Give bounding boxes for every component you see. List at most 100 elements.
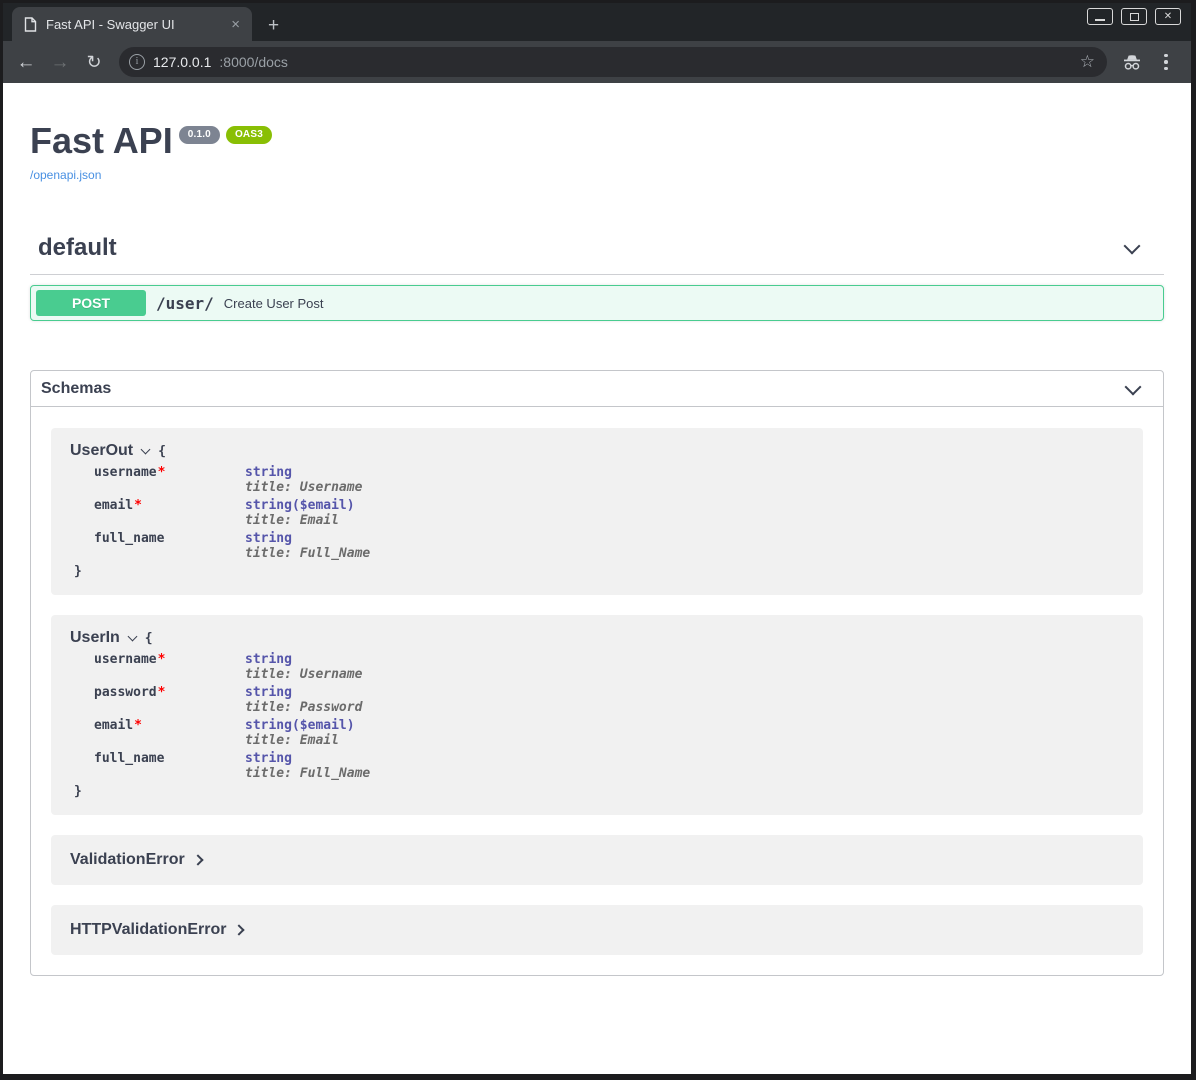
property-details: stringtitle: Full_Name: [245, 751, 370, 781]
schema-property: username*stringtitle: Username: [70, 465, 1123, 495]
property-details: stringtitle: Full_Name: [245, 531, 370, 561]
property-type: string: [245, 685, 362, 700]
property-details: stringtitle: Password: [245, 685, 362, 715]
window-controls: ✕: [1087, 8, 1181, 25]
close-brace: }: [70, 784, 1123, 799]
chevron-right-icon[interactable]: [234, 925, 245, 936]
url-bar[interactable]: i 127.0.0.1 :8000/docs ☆: [119, 47, 1107, 77]
property-type: string($email): [245, 498, 355, 513]
close-brace: }: [70, 564, 1123, 579]
open-brace: {: [158, 444, 166, 459]
schemas-body: UserOut{username*stringtitle: Usernameem…: [31, 407, 1163, 975]
property-type: string: [245, 465, 362, 480]
maximize-icon: [1130, 13, 1139, 21]
property-name: password*: [94, 685, 245, 715]
reload-icon[interactable]: ↻: [79, 47, 109, 77]
new-tab-button[interactable]: +: [268, 16, 279, 35]
model-properties: username*stringtitle: Usernameemail*stri…: [70, 465, 1123, 561]
required-marker: *: [134, 498, 142, 513]
model-title[interactable]: UserOut: [70, 442, 133, 460]
schemas-heading: Schemas: [41, 380, 111, 398]
schemas-header[interactable]: Schemas: [31, 371, 1163, 407]
browser-tab[interactable]: Fast API - Swagger UI ×: [12, 7, 252, 41]
open-brace: {: [145, 631, 153, 646]
openapi-json-link[interactable]: /openapi.json: [30, 168, 101, 182]
property-title: title: Email: [245, 513, 355, 528]
model-title[interactable]: UserIn: [70, 629, 120, 647]
method-badge: POST: [36, 290, 146, 316]
schema-property: full_namestringtitle: Full_Name: [70, 751, 1123, 781]
model-UserIn[interactable]: UserIn{username*stringtitle: Usernamepas…: [51, 615, 1143, 815]
property-type: string: [245, 652, 362, 667]
chevron-right-icon[interactable]: [192, 855, 203, 866]
page-content: Fast API 0.1.0 OAS3 /openapi.json defaul…: [3, 83, 1191, 1074]
browser-toolbar: ← → ↻ i 127.0.0.1 :8000/docs ☆: [3, 41, 1191, 83]
chevron-down-icon[interactable]: [127, 631, 137, 641]
property-title: title: Username: [245, 480, 362, 495]
page-favicon-icon: [24, 17, 37, 32]
site-info-icon[interactable]: i: [129, 54, 145, 70]
operation-path: /user/: [156, 294, 214, 313]
model-head: HTTPValidationError: [70, 921, 1123, 939]
schemas-section: Schemas UserOut{username*stringtitle: Us…: [30, 370, 1164, 976]
required-marker: *: [158, 652, 166, 667]
browser-chrome: Fast API - Swagger UI × + ✕ ← → ↻ i 127.…: [3, 3, 1191, 83]
tag-section-default: default POST /user/ Create User Post: [30, 234, 1164, 321]
maximize-button[interactable]: [1121, 8, 1147, 25]
forward-icon[interactable]: →: [45, 47, 75, 77]
chevron-down-icon[interactable]: [141, 444, 151, 454]
tag-default-header[interactable]: default: [30, 234, 1164, 275]
menu-icon[interactable]: [1151, 47, 1181, 77]
model-HTTPValidationError[interactable]: HTTPValidationError: [51, 905, 1143, 955]
model-ValidationError[interactable]: ValidationError: [51, 835, 1143, 885]
api-title-text: Fast API: [30, 119, 173, 162]
property-title: title: Password: [245, 700, 362, 715]
property-name: username*: [94, 465, 245, 495]
model-head: UserIn {: [70, 629, 1123, 647]
property-details: string($email)title: Email: [245, 718, 355, 748]
info-glyph: i: [136, 57, 139, 67]
schema-property: username*stringtitle: Username: [70, 652, 1123, 682]
bookmark-star-icon[interactable]: ☆: [1080, 52, 1099, 72]
page-title: Fast API 0.1.0 OAS3: [30, 119, 1164, 162]
model-title[interactable]: HTTPValidationError: [70, 921, 226, 939]
property-type: string($email): [245, 718, 355, 733]
property-title: title: Username: [245, 667, 362, 682]
property-title: title: Email: [245, 733, 355, 748]
chevron-down-icon[interactable]: [1124, 238, 1141, 255]
model-head: ValidationError: [70, 851, 1123, 869]
required-marker: *: [134, 718, 142, 733]
property-name: email*: [94, 718, 245, 748]
operation-post-user[interactable]: POST /user/ Create User Post: [30, 285, 1164, 321]
property-type: string: [245, 751, 370, 766]
property-details: stringtitle: Username: [245, 652, 362, 682]
browser-window: Fast API - Swagger UI × + ✕ ← → ↻ i 127.…: [0, 0, 1196, 1080]
minimize-icon: [1095, 19, 1105, 21]
property-title: title: Full_Name: [245, 766, 370, 781]
schema-property: password*stringtitle: Password: [70, 685, 1123, 715]
url-path: :8000/docs: [219, 54, 288, 70]
url-host: 127.0.0.1: [153, 54, 211, 70]
operation-summary: Create User Post: [224, 296, 324, 311]
required-marker: *: [158, 465, 166, 480]
minimize-button[interactable]: [1087, 8, 1113, 25]
required-marker: *: [158, 685, 166, 700]
model-head: UserOut {: [70, 442, 1123, 460]
model-title[interactable]: ValidationError: [70, 851, 185, 869]
tab-title: Fast API - Swagger UI: [46, 17, 218, 32]
property-name: username*: [94, 652, 245, 682]
close-button[interactable]: ✕: [1155, 8, 1181, 25]
schema-property: email*string($email)title: Email: [70, 718, 1123, 748]
model-UserOut[interactable]: UserOut{username*stringtitle: Usernameem…: [51, 428, 1143, 595]
oas3-badge: OAS3: [226, 126, 272, 144]
property-title: title: Full_Name: [245, 546, 370, 561]
back-icon[interactable]: ←: [11, 47, 41, 77]
chevron-down-icon[interactable]: [1125, 378, 1142, 395]
tag-name: default: [38, 234, 117, 262]
incognito-icon: [1117, 47, 1147, 77]
property-details: stringtitle: Username: [245, 465, 362, 495]
version-badge: 0.1.0: [179, 126, 220, 144]
tab-close-icon[interactable]: ×: [227, 16, 244, 33]
close-icon: ✕: [1164, 12, 1172, 22]
model-properties: username*stringtitle: Usernamepassword*s…: [70, 652, 1123, 781]
